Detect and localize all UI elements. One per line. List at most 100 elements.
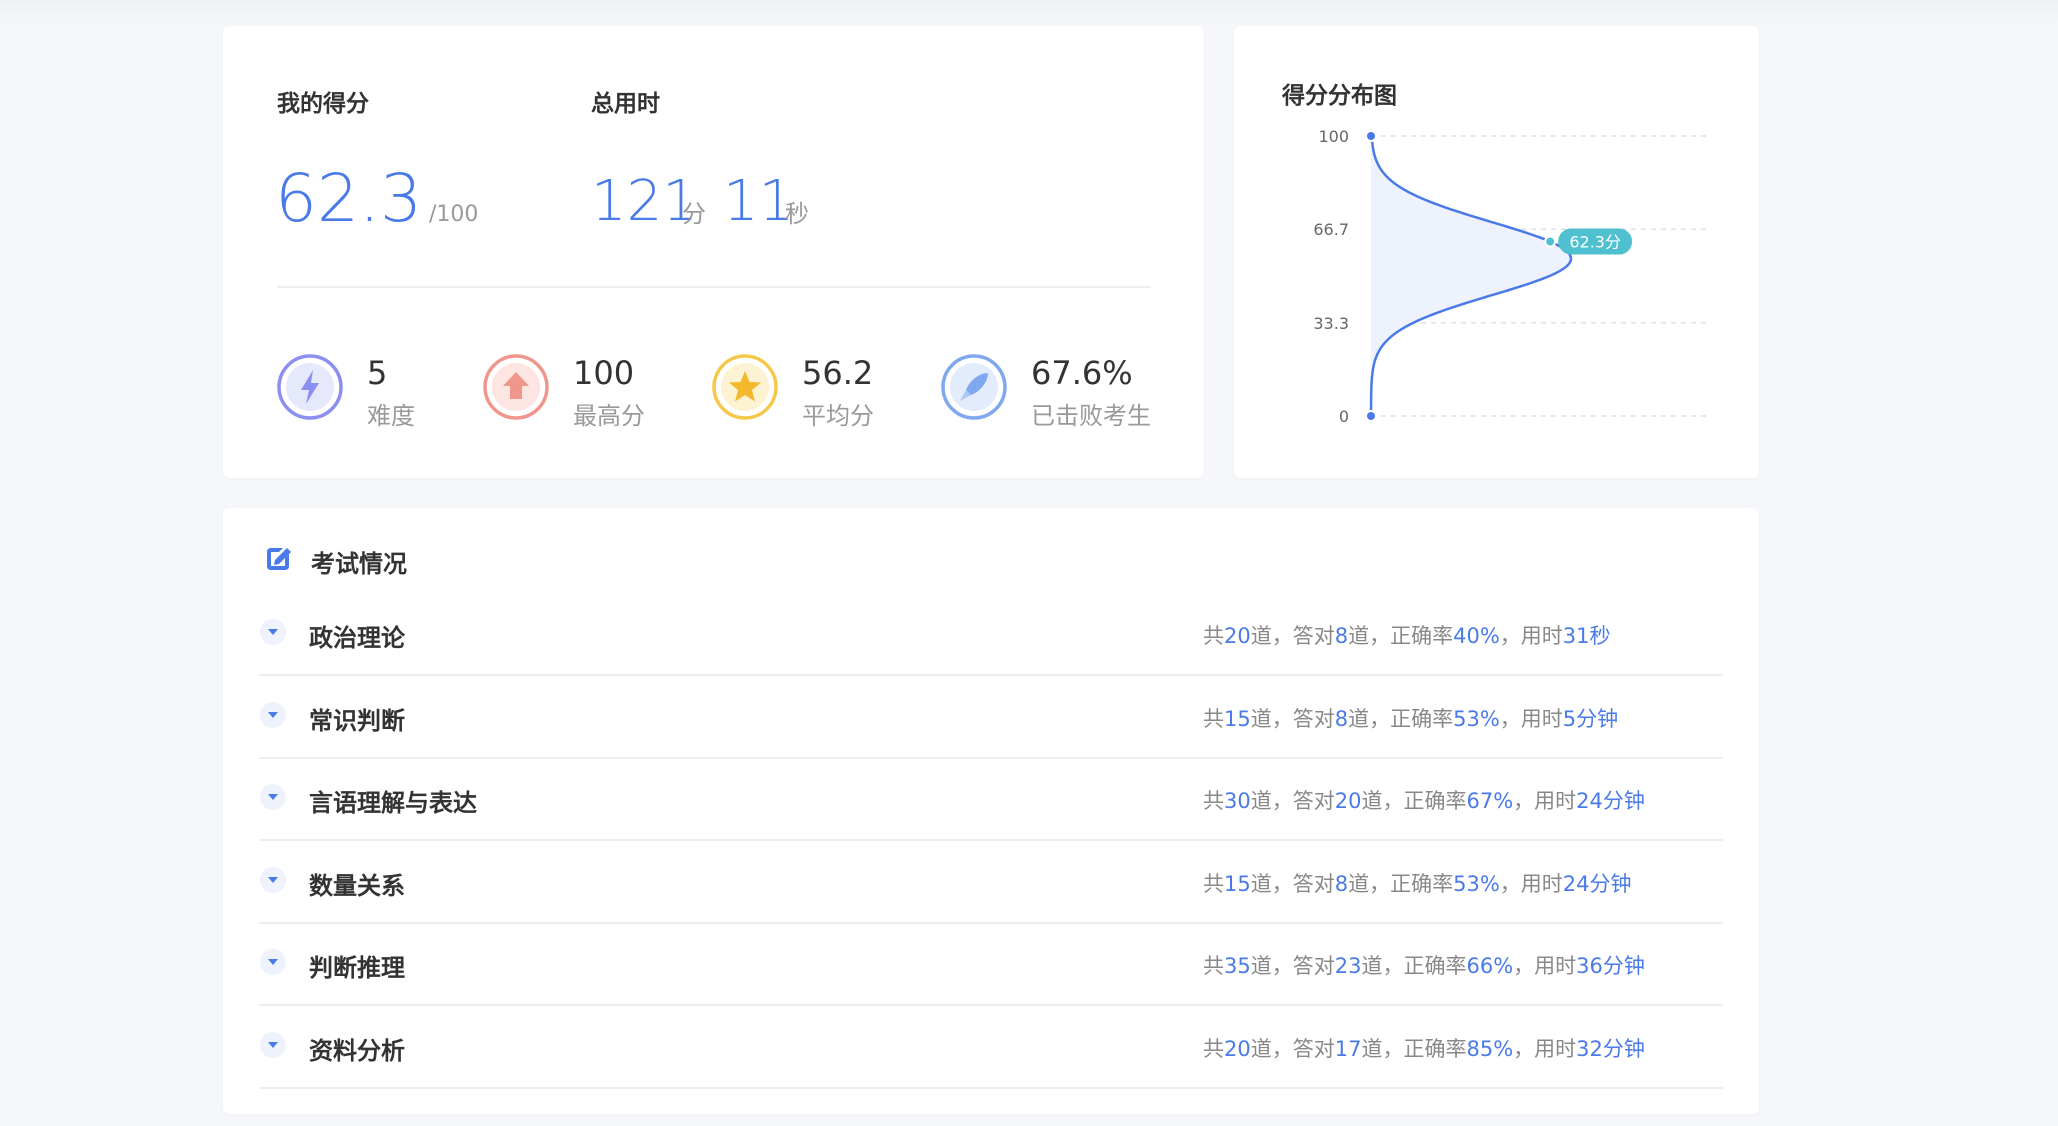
subject-stats: 共20道，答对8道，正确率40%，用时31秒 [1203, 620, 1611, 650]
top-bar [0, 0, 2058, 26]
chevron-down-icon[interactable] [259, 948, 287, 976]
stats-text: ，用时 [1513, 789, 1577, 813]
distribution-area [1371, 141, 1571, 411]
stats-text: 道，正确率 [1361, 1036, 1467, 1061]
divider [277, 286, 1151, 288]
stats-text: 道，正确率 [1348, 624, 1454, 648]
stats-text: ，用时 [1513, 954, 1577, 978]
subject-name: 政治理论 [309, 624, 405, 652]
subject-stats: 共35道，答对23道，正确率66%，用时36分钟 [1203, 950, 1645, 980]
stats-text: 共 [1203, 789, 1224, 813]
time-minutes-unit: 分 [682, 200, 706, 228]
correct-count: 8 [1334, 624, 1349, 648]
score-card: 我的得分 总用时 62.3 /100 121 分 11 秒 5 难度 100 最… [223, 26, 1204, 478]
subject-name: 资料分析 [309, 1036, 405, 1065]
subject-stats: 共30道，答对20道，正确率67%，用时24分钟 [1203, 785, 1645, 815]
star-icon [712, 354, 778, 420]
subject-row[interactable]: 数量关系 共15道，答对8道，正确率53%，用时24分钟 [259, 840, 1723, 924]
correct-count: 17 [1334, 1036, 1362, 1061]
subject-stats: 共20道，答对17道，正确率85%，用时32分钟 [1203, 1033, 1645, 1063]
subject-row[interactable]: 资料分析 共20道，答对17道，正确率85%，用时32分钟 [259, 1005, 1723, 1089]
curve-endpoint-top [1365, 130, 1377, 142]
subject-row[interactable]: 判断推理 共35道，答对23道，正确率66%，用时36分钟 [259, 922, 1723, 1006]
stats-text: 共 [1203, 624, 1224, 648]
stats-text: 道，答对 [1250, 1036, 1335, 1061]
accuracy-rate: 67% [1466, 789, 1514, 813]
stat-value: 67.6% [1031, 354, 1133, 392]
accuracy-rate: 53% [1453, 706, 1500, 731]
correct-count: 20 [1334, 789, 1362, 813]
stats-text: 道，正确率 [1348, 871, 1454, 896]
total-count: 15 [1224, 871, 1251, 896]
chevron-down-icon[interactable] [259, 1031, 287, 1059]
accuracy-rate: 66% [1466, 954, 1514, 978]
subject-name: 数量关系 [309, 871, 405, 900]
stats-text: 共 [1203, 706, 1224, 731]
edit-icon [267, 548, 291, 570]
total-count: 15 [1224, 706, 1251, 731]
time-used: 24分钟 [1576, 789, 1645, 813]
chevron-down-icon[interactable] [259, 783, 287, 811]
stat-label: 难度 [367, 402, 415, 430]
correct-count: 23 [1334, 954, 1362, 978]
time-used: 32分钟 [1576, 1036, 1645, 1061]
chevron-down-icon[interactable] [259, 701, 287, 729]
my-score-label: 我的得分 [277, 91, 369, 117]
accuracy-rate: 53% [1453, 871, 1500, 896]
distribution-chart: 100 66.7 33.3 0 62.3分 [1313, 127, 1709, 426]
accuracy-rate: 40% [1453, 624, 1500, 648]
stats-text: ，用时 [1499, 624, 1563, 648]
y-tick-label: 66.7 [1313, 220, 1349, 239]
stat-value: 5 [367, 354, 388, 392]
stat-value: 100 [573, 354, 635, 392]
distribution-chart-card: 得分分布图 100 66.7 33.3 0 62.3分 [1234, 26, 1759, 478]
total-count: 20 [1224, 624, 1251, 648]
chevron-down-icon[interactable] [259, 618, 287, 646]
my-score-total: /100 [429, 202, 479, 227]
curve-endpoint-bottom [1365, 410, 1377, 422]
subject-stats: 共15道，答对8道，正确率53%，用时24分钟 [1203, 868, 1632, 898]
rocket-icon [941, 354, 1007, 420]
stats-text: 道，答对 [1250, 789, 1335, 813]
score-marker-dot [1544, 235, 1557, 248]
stat-label: 平均分 [802, 402, 874, 430]
score-marker-label: 62.3分 [1569, 233, 1621, 252]
time-used: 31秒 [1562, 624, 1611, 648]
chevron-down-icon[interactable] [259, 866, 287, 894]
subject-stats: 共15道，答对8道，正确率53%，用时5分钟 [1203, 703, 1618, 733]
y-tick-label: 33.3 [1313, 314, 1349, 333]
subject-row[interactable]: 言语理解与表达 共30道，答对20道，正确率67%，用时24分钟 [259, 757, 1723, 841]
stats-text: 道，正确率 [1348, 706, 1454, 731]
stat-label: 最高分 [573, 402, 645, 430]
accuracy-rate: 85% [1466, 1036, 1514, 1061]
subject-name: 判断推理 [309, 954, 405, 982]
time-used: 24分钟 [1562, 871, 1632, 896]
stats-text: 道，答对 [1250, 706, 1335, 731]
stats-text: 道，正确率 [1361, 954, 1467, 978]
exam-card: 考试情况 政治理论 共20道，答对8道，正确率40%，用时31秒 常识判断 共15道，… [223, 508, 1759, 1114]
arrow-up-icon [483, 354, 549, 420]
stat-label: 已击败考生 [1031, 402, 1151, 430]
subject-name: 常识判断 [309, 706, 405, 735]
total-time-label: 总用时 [591, 91, 660, 117]
stats-text: 道，答对 [1250, 871, 1335, 896]
stat-value: 56.2 [802, 354, 874, 392]
subject-row[interactable]: 常识判断 共15道，答对8道，正确率53%，用时5分钟 [259, 675, 1723, 759]
stats-text: 共 [1203, 954, 1224, 978]
stats-text: 道，正确率 [1361, 789, 1467, 813]
y-tick-label: 100 [1318, 127, 1349, 146]
stats-text: ，用时 [1499, 871, 1563, 896]
time-seconds-unit: 秒 [785, 200, 809, 228]
subject-name: 言语理解与表达 [309, 789, 477, 817]
y-tick-label: 0 [1339, 407, 1349, 426]
time-used: 5分钟 [1562, 706, 1619, 731]
stats-text: 道，答对 [1250, 624, 1335, 648]
total-count: 20 [1224, 1036, 1251, 1061]
subject-row[interactable]: 政治理论 共20道，答对8道，正确率40%，用时31秒 [259, 592, 1723, 676]
correct-count: 8 [1334, 871, 1349, 896]
stats-text: 道，答对 [1250, 954, 1335, 978]
correct-count: 8 [1334, 706, 1349, 731]
stats-text: 共 [1203, 871, 1224, 896]
stats-text: 共 [1203, 1036, 1224, 1061]
total-count: 35 [1224, 954, 1251, 978]
